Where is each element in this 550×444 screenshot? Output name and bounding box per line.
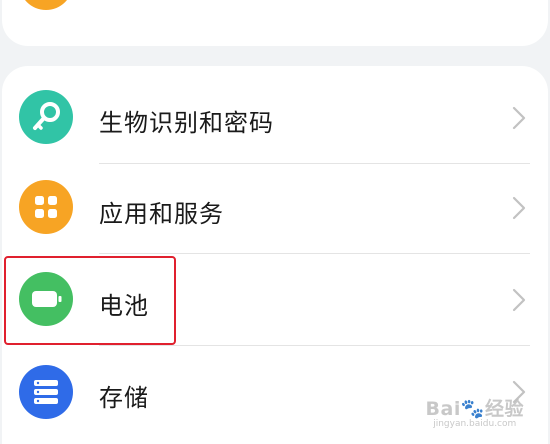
- settings-card-main: 生物识别和密码 应用和服务 电池 存储: [2, 66, 548, 444]
- settings-item-battery[interactable]: 电池: [2, 254, 548, 344]
- watermark-url: jingyan.baidu.com: [433, 419, 517, 429]
- chevron-right-icon: [512, 196, 526, 220]
- storage-icon: [19, 365, 73, 419]
- chevron-right-icon: [512, 106, 526, 130]
- watermark-logo: Bai🐾经验: [425, 398, 524, 420]
- apps-grid-icon: [19, 180, 73, 234]
- watermark: Bai🐾经验 jingyan.baidu.com: [426, 394, 524, 429]
- settings-item-apps-services[interactable]: 应用和服务: [2, 164, 548, 254]
- battery-icon: [19, 272, 73, 326]
- settings-item-label: 电池: [99, 292, 149, 320]
- settings-item-label: 存储: [99, 384, 149, 412]
- chevron-right-icon: [512, 288, 526, 312]
- settings-item-biometrics-password[interactable]: 生物识别和密码: [2, 66, 548, 156]
- settings-item-label: 应用和服务: [99, 200, 224, 228]
- key-icon: [19, 90, 73, 144]
- bell-icon: [19, 0, 73, 10]
- settings-item-label: 生物识别和密码: [99, 109, 274, 137]
- settings-card-top: 通知: [2, 0, 548, 46]
- settings-item-notifications[interactable]: 通知: [2, 0, 548, 50]
